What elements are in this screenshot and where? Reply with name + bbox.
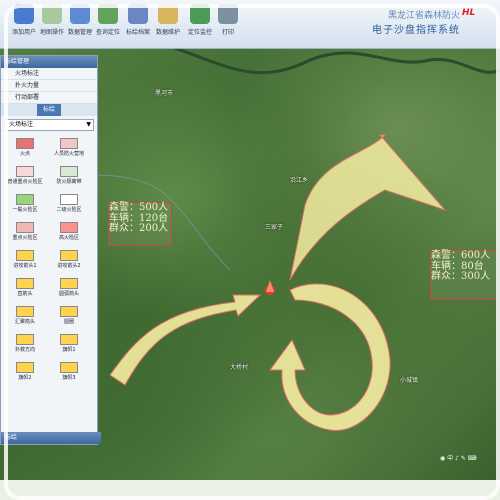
symbol-label: 普通重点火险区 (7, 179, 43, 185)
attack-arrow-left (109, 294, 262, 386)
symbol-item[interactable]: 圆弧箭头 (47, 276, 91, 304)
symbol-swatch-icon (16, 194, 34, 205)
chevron-down-icon: ▼ (86, 121, 91, 128)
symbol-label: 旗帜3 (62, 375, 76, 381)
system-title-line2: 电子沙盘指挥系统 (372, 25, 460, 36)
symbol-swatch-icon (60, 250, 78, 261)
symbol-item[interactable]: 防火隔离带 (47, 164, 91, 192)
panel-bottom-bar: 标绘 (1, 432, 101, 444)
symbol-item[interactable]: 高火险区 (47, 220, 91, 248)
system-logo: HL (462, 8, 476, 18)
symbol-swatch-icon (60, 166, 78, 177)
symbol-swatch-icon (60, 306, 78, 317)
locate-icon (98, 4, 118, 24)
symbol-item[interactable]: 二级火险区 (47, 192, 91, 220)
place-label: 三家子 (265, 224, 284, 231)
tree-item[interactable]: 火场标注 (1, 68, 97, 80)
symbol-label: 圆圈 (63, 319, 74, 325)
symbol-label: 直箭头 (17, 291, 33, 297)
plot-panel: 标绘管理 火场标注 扑火力量 行动部署 标绘 火场标注 ▼ 火点 人员防火营地普通… (0, 55, 101, 445)
symbol-item[interactable]: 扑救方向 (3, 332, 47, 360)
toolbar-button-print[interactable]: 打印 (210, 4, 246, 44)
system-title-line1: 黑龙江省森林防火 (387, 11, 460, 21)
force-callout-west: 森警：500人 车辆：120台 群众：200人 (108, 202, 172, 246)
symbol-item[interactable]: 旗帜2 (3, 360, 47, 388)
symbol-label: 进攻箭头1 (13, 263, 37, 269)
symbol-swatch-icon (16, 138, 34, 149)
symbol-item[interactable]: 普通重点火险区 (3, 164, 47, 192)
symbol-label: 旗帜2 (18, 375, 32, 381)
app-window: 森警：500人 车辆：120台 群众：200人 森警：600人 车辆：80台 群… (0, 0, 500, 500)
symbol-item[interactable]: 重点火险区 (3, 220, 47, 248)
symbol-swatch-icon (16, 334, 34, 345)
symbol-item[interactable]: 火点 (3, 136, 47, 164)
symbol-item[interactable]: 直箭头 (3, 276, 47, 304)
symbol-label: 一般火险区 (12, 207, 38, 213)
map-icon (42, 4, 62, 24)
tree-item[interactable]: 扑火力量 (1, 80, 97, 92)
symbol-item[interactable]: 进攻箭头2 (47, 248, 91, 276)
symbol-swatch-icon (16, 362, 34, 373)
symbol-label: 旗帜1 (62, 347, 76, 353)
symbol-swatch-icon (16, 306, 34, 317)
symbol-label: 扑救方向 (14, 347, 35, 353)
symbol-label: 高火险区 (58, 235, 79, 241)
symbol-item[interactable]: 汇聚箭头 (3, 304, 47, 332)
user-add-icon (14, 4, 34, 24)
symbol-label: 人员防火营地 (53, 151, 84, 157)
place-label: 沿江乡 (290, 177, 309, 184)
system-title: 黑龙江省森林防火 电子沙盘指挥系统 (372, 8, 460, 36)
place-label: 黑河市 (155, 90, 174, 97)
symbol-grid: 火点 人员防火营地普通重点火险区 防火隔离带一般火险区 二级火险区重点火险区 高火险区进… (1, 134, 97, 390)
main-toolbar: 添加用户 地图操作 数据管理 查询定位 标绘档案 数据维护 定位监控 打印 黑龙… (0, 0, 500, 49)
tree-item[interactable]: 行动部署 (1, 92, 97, 104)
status-icons[interactable]: ◉ 中 ♪ ✎ ⌨ (440, 453, 476, 463)
symbol-item[interactable]: 旗帜3 (47, 360, 91, 388)
place-label: 小城镇 (400, 377, 419, 384)
symbol-swatch-icon (60, 138, 78, 149)
symbol-item[interactable]: 圆圈 (47, 304, 91, 332)
panel-title: 标绘管理 (1, 56, 97, 68)
attack-arrow-top (289, 134, 447, 281)
symbol-label: 圆弧箭头 (58, 291, 79, 297)
symbol-swatch-icon (60, 194, 78, 205)
tab-bar: 标绘 (1, 104, 97, 116)
symbol-item[interactable]: 一般火险区 (3, 192, 47, 220)
symbol-label: 火点 (19, 151, 30, 157)
symbol-label: 重点火险区 (12, 235, 38, 241)
symbol-label: 防火隔离带 (56, 179, 82, 185)
symbol-swatch-icon (16, 278, 34, 289)
place-label: 大桥村 (230, 364, 249, 371)
force-callout-east: 森警：600人 车辆：80台 群众：300人 (430, 250, 498, 300)
archive-icon (128, 4, 148, 24)
toolbar-button-maintenance[interactable]: 数据维护 (150, 4, 186, 44)
encircle-arrow (269, 283, 391, 431)
symbol-category-select[interactable]: 火场标注 ▼ (4, 119, 94, 131)
symbol-item[interactable]: 进攻箭头1 (3, 248, 47, 276)
symbol-swatch-icon (60, 334, 78, 345)
symbol-swatch-icon (16, 166, 34, 177)
maintenance-icon (158, 4, 178, 24)
symbol-label: 二级火险区 (56, 207, 82, 213)
print-icon (218, 4, 238, 24)
database-icon (70, 4, 90, 24)
symbol-item[interactable]: 旗帜1 (47, 332, 91, 360)
symbol-label: 汇聚箭头 (14, 319, 35, 325)
symbol-swatch-icon (60, 222, 78, 233)
tab-plot[interactable]: 标绘 (36, 104, 61, 116)
monitor-icon (190, 4, 210, 24)
symbol-swatch-icon (16, 250, 34, 261)
symbol-swatch-icon (60, 278, 78, 289)
symbol-swatch-icon (16, 222, 34, 233)
symbol-item[interactable]: 人员防火营地 (47, 136, 91, 164)
symbol-label: 进攻箭头2 (57, 263, 81, 269)
symbol-swatch-icon (60, 362, 78, 373)
